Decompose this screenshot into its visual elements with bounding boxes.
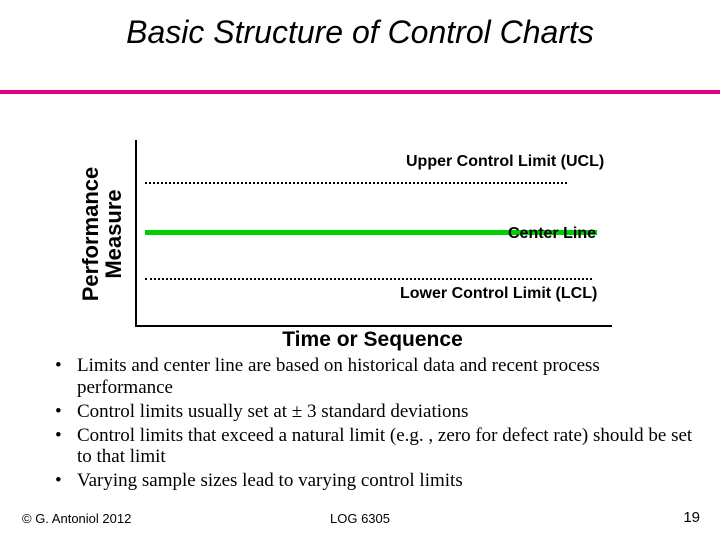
page-number: 19 — [683, 509, 700, 526]
y-axis-label-line2: Measure — [102, 167, 125, 302]
y-axis-label: Performance Measure — [79, 167, 125, 302]
bullet-list: • Limits and center line are based on hi… — [55, 355, 695, 494]
bullet-text: Limits and center line are based on hist… — [77, 355, 695, 399]
bullet-text: Varying sample sizes lead to varying con… — [77, 470, 695, 492]
lcl-line — [145, 278, 592, 280]
y-axis-label-line1: Performance — [79, 167, 102, 302]
bullet-text: Control limits that exceed a natural lim… — [77, 425, 695, 469]
list-item: • Varying sample sizes lead to varying c… — [55, 470, 695, 492]
x-axis-label: Time or Sequence — [135, 328, 610, 352]
bullet-text: Control limits usually set at ± 3 standa… — [77, 401, 695, 423]
list-item: • Control limits that exceed a natural l… — [55, 425, 695, 469]
divider-rule — [0, 90, 720, 94]
center-line-label: Center Line — [508, 225, 596, 243]
list-item: • Limits and center line are based on hi… — [55, 355, 695, 399]
slide: Basic Structure of Control Charts Perfor… — [0, 0, 720, 540]
bullet-icon: • — [55, 401, 77, 423]
slide-title: Basic Structure of Control Charts — [0, 14, 720, 51]
lcl-label: Lower Control Limit (LCL) — [400, 285, 597, 303]
bullet-icon: • — [55, 470, 77, 492]
bullet-icon: • — [55, 425, 77, 469]
footer-course: LOG 6305 — [0, 511, 720, 526]
list-item: • Control limits usually set at ± 3 stan… — [55, 401, 695, 423]
bullet-icon: • — [55, 355, 77, 399]
ucl-line — [145, 182, 567, 184]
ucl-label: Upper Control Limit (UCL) — [406, 153, 604, 171]
